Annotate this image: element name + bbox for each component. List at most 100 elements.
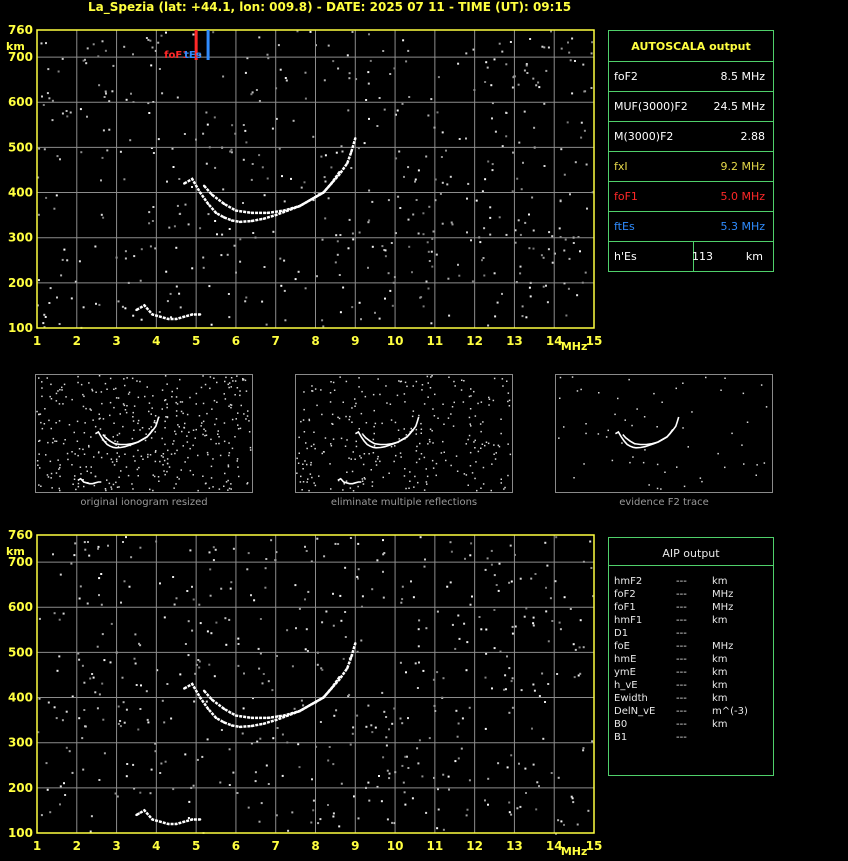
x-tick-label: 5 (192, 334, 200, 348)
thumbnail-speckle (162, 456, 164, 458)
x-tick-label: 15 (586, 334, 603, 348)
thumbnail-speckle (125, 411, 128, 414)
thumbnail-speckle (150, 413, 152, 415)
thumbnail-speckle (38, 377, 40, 379)
thumbnail-speckle (55, 422, 57, 424)
thumbnail-speckle (477, 402, 479, 405)
thumbnail-speckle (62, 403, 64, 405)
thumbnail-speckle (502, 385, 504, 387)
thumbnail-speckle (244, 379, 247, 382)
thumbnail-speckle (765, 406, 768, 408)
thumbnail-speckle (377, 378, 379, 380)
thumbnail-speckle (40, 421, 42, 424)
thumbnail-speckle (68, 424, 71, 426)
thumbnail-speckle (228, 386, 230, 389)
thumbnail-speckle (106, 479, 108, 481)
thumbnail-f2 (555, 374, 773, 493)
thumbnail-speckle (298, 436, 300, 439)
thumbnail-speckle (200, 386, 203, 389)
trace-point (206, 707, 210, 711)
thumbnail-speckle (192, 444, 194, 447)
thumbnail-speckle (131, 437, 134, 440)
trace-point (135, 308, 138, 312)
thumbnail-speckle (174, 452, 176, 455)
thumbnail-speckle (217, 430, 219, 432)
thumbnail-trace (337, 477, 362, 485)
thumbnail-speckle (501, 378, 504, 380)
trace-point (330, 687, 333, 690)
thumbnail-speckle (742, 392, 745, 395)
thumbnail-speckle (202, 433, 204, 436)
thumbnail-speckle (109, 414, 111, 417)
thumbnail-speckle (429, 387, 432, 389)
thumbnail-speckle (451, 406, 454, 408)
thumbnail-trace (77, 477, 102, 485)
thumbnail-speckle (636, 408, 638, 410)
thumbnail-speckle (104, 488, 107, 490)
aip-param: hmE (614, 654, 637, 665)
thumbnail-speckle (161, 389, 164, 391)
aip-value: --- (676, 602, 687, 613)
thumbnail-speckle (412, 385, 414, 387)
thumbnail-speckle (76, 420, 79, 423)
thumbnail-speckle (230, 406, 232, 409)
thumbnail-speckle (137, 396, 140, 399)
thumbnail-speckle (163, 470, 165, 472)
thumbnail-speckle (227, 479, 229, 482)
thumbnail-speckle (215, 418, 218, 420)
thumbnail-speckle (223, 393, 225, 395)
aip-param: DelN_vE (614, 706, 656, 717)
thumbnail-speckle (372, 438, 375, 441)
thumbnail-speckle (308, 489, 310, 492)
thumbnail-speckle (137, 449, 139, 452)
thumbnail-speckle (179, 401, 182, 403)
thumbnail-speckle (477, 450, 480, 453)
aip-unit: MHz (712, 641, 734, 652)
thumbnail-speckle (470, 425, 472, 427)
thumbnail-speckle (408, 487, 410, 489)
x-tick-label: 5 (192, 839, 200, 853)
thumbnail-speckle (352, 490, 355, 492)
aip-unit: km (712, 680, 728, 691)
thumbnail-speckle (389, 403, 392, 405)
thumbnail-speckle (131, 483, 133, 485)
aip-row-d1: D1 --- (614, 628, 764, 640)
aip-value: --- (676, 732, 687, 743)
thumbnail-speckle (495, 452, 497, 454)
thumbnail-speckle (628, 378, 630, 381)
thumbnail-speckle (218, 436, 220, 438)
thumbnail-speckle (85, 466, 87, 468)
thumbnail-speckle (644, 449, 646, 451)
autoscala-row-ftes: ftEs 5.3 MHz (609, 211, 773, 242)
thumbnail-speckle (59, 466, 61, 469)
thumbnail-speckle (112, 483, 115, 486)
thumbnail-speckle (507, 474, 509, 477)
thumbnail-speckle (349, 487, 352, 489)
thumbnail-speckle (49, 460, 52, 463)
thumbnail-speckle (234, 380, 237, 382)
thumbnail-speckle (183, 426, 185, 429)
thumbnail-speckle (360, 412, 363, 415)
thumbnail-speckle (373, 409, 375, 412)
thumbnail-speckle (82, 405, 85, 408)
thumbnail-speckle (41, 427, 44, 430)
thumbnail-speckle (153, 421, 155, 424)
thumbnail-speckle (365, 422, 368, 424)
thumbnail-speckle (474, 477, 476, 480)
x-tick-label: 1 (33, 334, 41, 348)
thumbnail-speckle (166, 403, 168, 405)
thumbnail-speckle (200, 425, 202, 427)
thumbnail-speckle (454, 385, 456, 387)
thumbnail-speckle (186, 441, 189, 443)
thumbnail-speckle (346, 439, 348, 441)
thumbnail-speckle (414, 475, 416, 478)
thumbnail-speckle (206, 412, 208, 415)
thumbnail-speckle (504, 486, 506, 489)
thumbnail-speckle (429, 441, 431, 443)
thumbnail-speckle (480, 401, 483, 403)
thumbnail-speckle (494, 458, 497, 460)
thumbnail-speckle (411, 415, 414, 418)
thumbnail-speckle (106, 453, 109, 455)
trace-point (190, 313, 194, 316)
thumbnail-speckle (59, 489, 61, 492)
